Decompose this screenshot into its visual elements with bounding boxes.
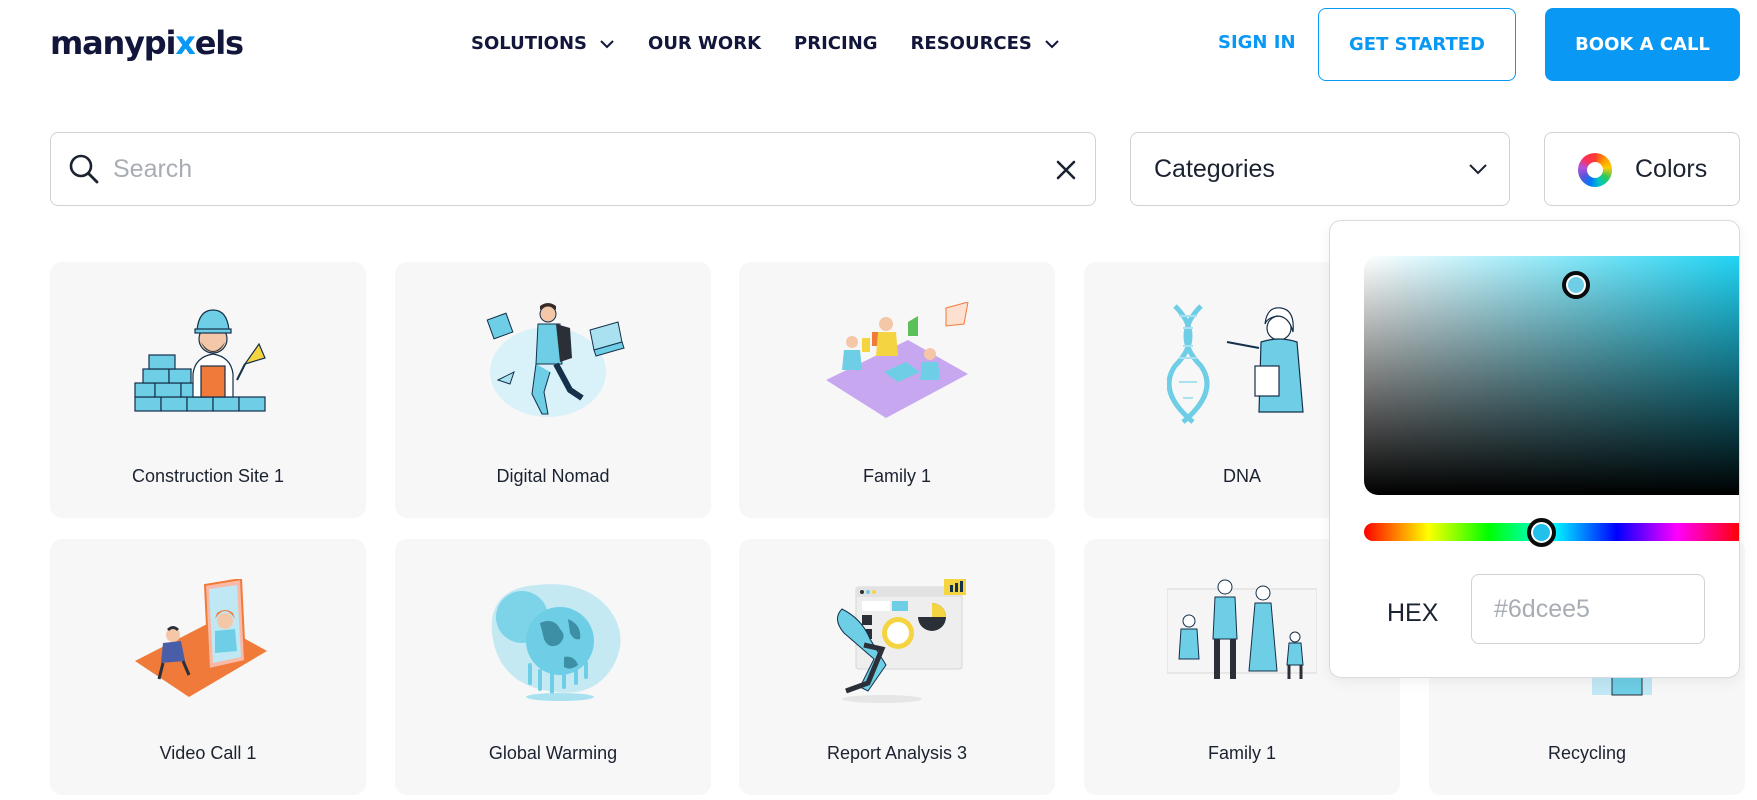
nav-our-work[interactable]: OUR WORK xyxy=(648,33,761,54)
search-input[interactable] xyxy=(113,149,1013,189)
search-icon xyxy=(69,154,99,184)
nav-pricing-label: PRICING xyxy=(794,33,878,54)
hue-handle[interactable] xyxy=(1527,518,1556,547)
digital-nomad-illustration xyxy=(486,303,625,417)
card-title: Report Analysis 3 xyxy=(826,743,968,763)
logo-text-end: els xyxy=(194,24,244,62)
chevron-down-icon xyxy=(600,39,614,48)
saturation-handle[interactable] xyxy=(1562,271,1590,299)
categories-label: Categories xyxy=(1154,155,1275,183)
nav-pricing[interactable]: PRICING xyxy=(794,33,878,54)
logo-text-start: manypi xyxy=(50,24,176,62)
hex-input[interactable] xyxy=(1471,574,1705,644)
card-title: Video Call 1 xyxy=(159,743,257,763)
nav-our-work-label: OUR WORK xyxy=(648,33,762,54)
card-title: Construction Site 1 xyxy=(131,466,285,486)
illustration-card[interactable]: Report Analysis 3 xyxy=(739,539,1055,795)
colors-button[interactable]: Colors xyxy=(1544,132,1740,206)
colors-label: Colors xyxy=(1635,155,1708,183)
main-nav: SOLUTIONS OUR WORK PRICING RESOURCES xyxy=(471,33,1093,54)
logo-text-dot: x xyxy=(175,24,196,62)
illustration-card[interactable]: Family 1 xyxy=(739,262,1055,518)
manypixels-logo[interactable]: manypixels xyxy=(50,24,244,62)
categories-dropdown[interactable]: Categories xyxy=(1130,132,1510,206)
card-title: Recycling xyxy=(1547,743,1627,763)
nav-solutions-label: SOLUTIONS xyxy=(471,33,588,54)
dna-scientist-illustration xyxy=(1167,304,1304,424)
site-header: manypixels SOLUTIONS OUR WORK PRICING RE… xyxy=(0,0,1757,90)
nav-resources[interactable]: RESOURCES xyxy=(911,33,1060,54)
sign-in-link[interactable]: SIGN IN xyxy=(1218,32,1296,53)
construction-worker-illustration xyxy=(134,309,266,412)
video-call-illustration xyxy=(135,579,267,697)
saturation-value-area[interactable] xyxy=(1364,256,1739,495)
melting-globe-illustration xyxy=(491,584,621,701)
search-box xyxy=(50,132,1096,206)
card-title: Digital Nomad xyxy=(496,466,610,486)
color-picker-popover: HEX xyxy=(1329,220,1740,678)
get-started-button[interactable]: GET STARTED xyxy=(1318,8,1516,81)
report-analysis-illustration xyxy=(837,579,966,703)
nav-resources-label: RESOURCES xyxy=(910,33,1032,54)
illustration-card[interactable]: Construction Site 1 xyxy=(50,262,366,518)
illustration-card[interactable]: Digital Nomad xyxy=(395,262,711,518)
color-wheel-icon xyxy=(1578,153,1612,187)
card-title: Global Warming xyxy=(488,743,618,763)
close-icon[interactable] xyxy=(1053,157,1079,183)
family-picnic-illustration xyxy=(826,302,969,418)
illustration-card[interactable]: Video Call 1 xyxy=(50,539,366,795)
card-title: Family 1 xyxy=(1207,743,1276,763)
family-portrait-illustration xyxy=(1167,579,1317,679)
chevron-down-icon xyxy=(1045,39,1059,48)
book-a-call-button[interactable]: BOOK A CALL xyxy=(1545,8,1740,81)
hex-label: HEX xyxy=(1387,599,1439,627)
chevron-down-icon xyxy=(1469,164,1487,175)
nav-solutions[interactable]: SOLUTIONS xyxy=(471,33,615,54)
card-title: Family 1 xyxy=(862,466,931,486)
illustration-card[interactable]: Global Warming xyxy=(395,539,711,795)
